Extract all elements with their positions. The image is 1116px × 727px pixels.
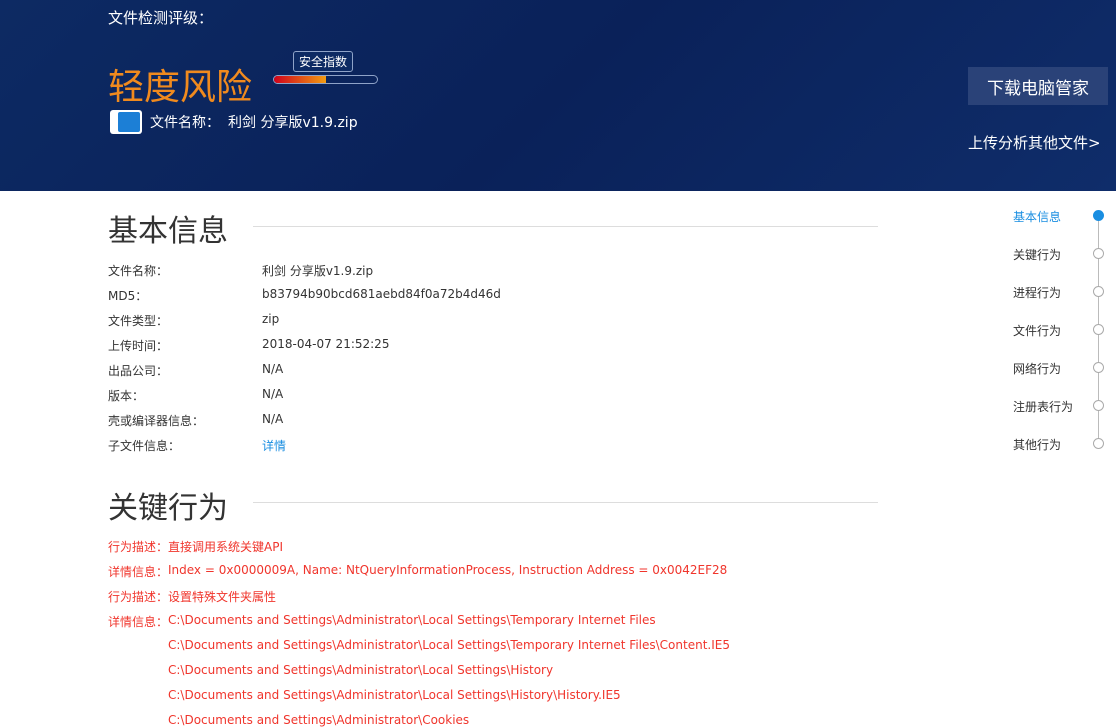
info-label: 版本： — [108, 389, 145, 403]
behavior-value: 设置特殊文件夹属性 — [168, 590, 277, 604]
nav-item[interactable]: 网络行为 — [1013, 360, 1061, 377]
info-value: N/A — [262, 362, 284, 376]
nav-dot[interactable] — [1093, 324, 1104, 335]
behavior-value: 直接调用系统关键API — [168, 540, 283, 554]
behavior-value: C:\Documents and Settings\Administrator\… — [168, 663, 554, 677]
behavior-line: 行为描述： 直接调用系统关键API — [108, 538, 283, 555]
section-title-key: 关键行为 — [108, 491, 228, 526]
info-value: 利剑 分享版v1.9.zip — [262, 264, 374, 278]
file-name-line: 文件名称： 利剑 分享版v1.9.zip — [110, 110, 358, 134]
info-value: N/A — [262, 387, 284, 401]
info-row: 壳或编译器信息： N/A — [108, 412, 283, 429]
behavior-value: C:\Documents and Settings\Administrator\… — [168, 688, 621, 702]
info-label: 上传时间： — [108, 339, 169, 353]
info-value: zip — [262, 312, 280, 326]
safety-index-tooltip: 安全指数 — [293, 51, 354, 72]
report-header: 文件检测评级： 轻度风险 安全指数 文件名称： 利剑 分享版v1.9.zip 下… — [0, 0, 1116, 191]
info-row: 上传时间： 2018-04-07 21:52:25 — [108, 337, 389, 354]
file-name: 利剑 分享版v1.9.zip — [228, 115, 358, 131]
behavior-value: C:\Documents and Settings\Administrator\… — [168, 638, 730, 652]
download-pc-manager-button[interactable]: 下载电脑管家 — [968, 67, 1108, 105]
risk-level: 轻度风险 — [108, 67, 253, 108]
info-value: N/A — [262, 412, 284, 426]
info-row: 文件类型： zip — [108, 312, 279, 329]
file-name-label: 文件名称： — [150, 115, 220, 131]
behavior-label: 详情信息： — [108, 615, 169, 629]
nav-item[interactable]: 基本信息 — [1013, 208, 1061, 225]
details-link[interactable]: 详情 — [262, 437, 286, 454]
info-label: 壳或编译器信息： — [108, 414, 205, 428]
info-row: MD5： b83794b90bcd681aebd84f0a72b4d46d — [108, 287, 501, 304]
behavior-line: 详情信息： C:\Documents and Settings\Administr… — [108, 613, 656, 630]
rating-label: 文件检测评级： — [108, 9, 214, 27]
info-row: 出品公司： N/A — [108, 362, 283, 379]
info-value: b83794b90bcd681aebd84f0a72b4d46d — [262, 287, 501, 301]
info-row: 文件名称： 利剑 分享版v1.9.zip — [108, 262, 373, 279]
info-row: 版本： N/A — [108, 387, 283, 404]
nav-dot[interactable] — [1093, 210, 1104, 221]
behavior-line: 行为描述： 设置特殊文件夹属性 — [108, 588, 276, 605]
nav-item[interactable]: 关键行为 — [1013, 246, 1061, 263]
nav-dot[interactable] — [1093, 248, 1104, 259]
nav-dot[interactable] — [1093, 400, 1104, 411]
behavior-label: 详情信息： — [108, 565, 169, 579]
info-label: 文件类型： — [108, 314, 169, 328]
package-icon — [110, 110, 142, 134]
info-label: 出品公司： — [108, 364, 169, 378]
behavior-value: C:\Documents and Settings\Administrator\… — [168, 613, 656, 627]
nav-dot[interactable] — [1093, 438, 1104, 449]
info-label: 子文件信息： — [108, 439, 181, 453]
nav-dot[interactable] — [1093, 286, 1104, 297]
nav-item[interactable]: 进程行为 — [1013, 284, 1061, 301]
behavior-value: Index = 0x0000009A, Name: NtQueryInforma… — [168, 563, 728, 577]
divider — [253, 226, 878, 227]
behavior-label: 行为描述： — [108, 590, 169, 604]
info-label: 文件名称： — [108, 264, 169, 278]
section-title-basic: 基本信息 — [108, 214, 228, 249]
info-row: 子文件信息： 详情 — [108, 437, 286, 454]
behavior-label: 行为描述： — [108, 540, 169, 554]
info-value: 2018-04-07 21:52:25 — [262, 337, 390, 351]
safety-index-fill — [274, 76, 326, 83]
upload-other-file-link[interactable]: 上传分析其他文件> — [968, 132, 1101, 153]
safety-index-meter — [273, 75, 378, 84]
nav-dot[interactable] — [1093, 362, 1104, 373]
nav-item[interactable]: 文件行为 — [1013, 322, 1061, 339]
nav-item[interactable]: 注册表行为 — [1013, 398, 1073, 415]
behavior-line: 详情信息： Index = 0x0000009A, Name: NtQueryIn… — [108, 563, 727, 580]
divider — [253, 502, 878, 503]
info-label: MD5： — [108, 289, 148, 303]
nav-item[interactable]: 其他行为 — [1013, 436, 1061, 453]
